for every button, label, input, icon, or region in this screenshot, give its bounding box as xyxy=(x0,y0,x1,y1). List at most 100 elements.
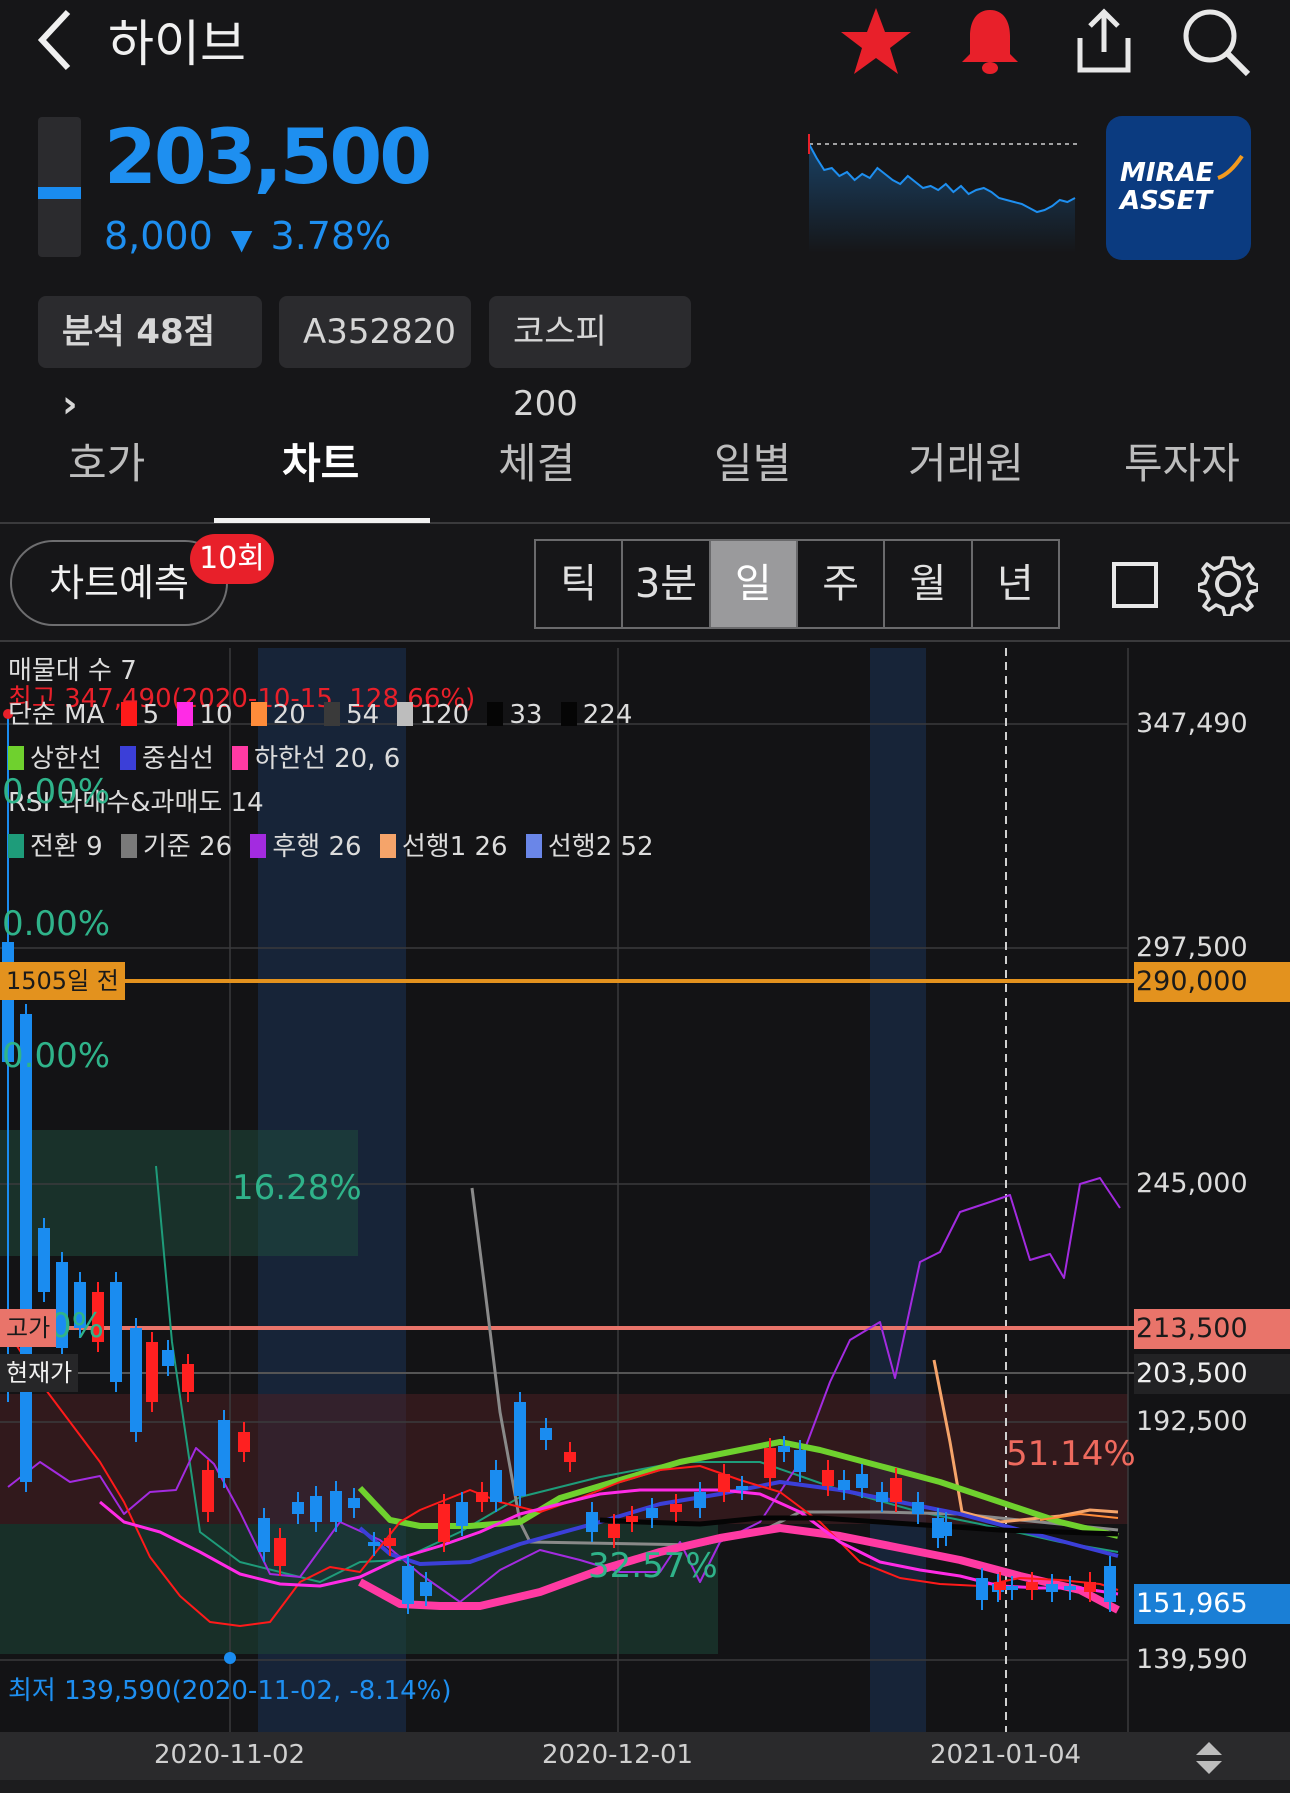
price-change: 8,000 ▼ 3.78% xyxy=(104,214,391,258)
axis-scroll-icon[interactable] xyxy=(1194,1740,1224,1776)
candle xyxy=(778,1446,790,1452)
ma54-swatch xyxy=(324,702,341,726)
logo-swoosh-icon xyxy=(1217,154,1244,180)
ma20-label: 20 xyxy=(272,700,306,730)
candle xyxy=(20,1014,32,1482)
square-icon[interactable] xyxy=(1112,562,1158,608)
candle xyxy=(274,1538,286,1566)
tab-daily[interactable]: 일별 xyxy=(714,430,791,491)
ma20-swatch xyxy=(250,702,267,726)
star-icon[interactable] xyxy=(838,4,914,80)
ma224-swatch xyxy=(560,702,577,726)
candle xyxy=(490,1470,502,1502)
share-icon[interactable] xyxy=(1066,4,1142,80)
ma10-swatch xyxy=(177,702,194,726)
gear-icon[interactable] xyxy=(1198,552,1258,616)
candle xyxy=(292,1502,304,1514)
current-tag: 현재가 xyxy=(0,1354,79,1392)
candle xyxy=(976,1578,988,1600)
volume-profile-pct: 0% xyxy=(50,1306,104,1346)
detail-tabs: 호가 차트 체결 일별 거래원 투자자 xyxy=(0,420,1290,524)
candle xyxy=(420,1582,432,1596)
current-price-tag: 203,500 xyxy=(1134,1354,1290,1394)
candle xyxy=(994,1582,1006,1590)
ichimoku-lagging-swatch xyxy=(250,834,267,858)
candle xyxy=(238,1432,250,1452)
y-tick-label: 297,500 xyxy=(1136,932,1248,963)
analysis-score-label: 분석 48점 xyxy=(62,312,215,352)
volume-profile-pct: 0.00% xyxy=(2,904,111,944)
candle xyxy=(940,1522,952,1536)
candle xyxy=(822,1470,834,1486)
ichimoku-conversion-label: 전환 9 xyxy=(30,832,103,862)
bollinger-lower-swatch xyxy=(232,746,249,770)
y-tick-label: 245,000 xyxy=(1136,1168,1248,1199)
period-week-button[interactable]: 주 xyxy=(798,541,886,627)
period-3min-button[interactable]: 3분 xyxy=(623,541,711,627)
candle xyxy=(694,1492,706,1508)
tab-chart[interactable]: 차트 xyxy=(282,430,359,491)
bell-icon[interactable] xyxy=(952,4,1028,80)
legend-ichimoku: 전환 9 기준 26 후행 26 선행1 26 선행2 52 xyxy=(8,826,654,863)
candle xyxy=(608,1524,620,1538)
volume-profile-pct: 16.28% xyxy=(232,1168,362,1208)
period-tick-button[interactable]: 틱 xyxy=(536,541,624,627)
ma-title: 단순 MA xyxy=(8,700,105,730)
candle xyxy=(368,1542,380,1546)
search-icon[interactable] xyxy=(1178,4,1254,80)
intraday-sparkline[interactable] xyxy=(805,128,1085,253)
period-year-button[interactable]: 년 xyxy=(973,541,1058,627)
bollinger-upper-label: 상한선 xyxy=(30,744,102,774)
ma33-label: 33 xyxy=(509,700,543,730)
tab-orderbook[interactable]: 호가 xyxy=(68,430,145,491)
tab-investors[interactable]: 투자자 xyxy=(1124,430,1240,491)
candle xyxy=(876,1492,888,1502)
low-marker-dot xyxy=(224,1652,236,1664)
top-bar: 하이브 xyxy=(0,0,1290,90)
volume-profile-pct: 32.57% xyxy=(588,1546,718,1586)
candle xyxy=(718,1474,730,1492)
last-price-tag: 151,965 xyxy=(1134,1584,1290,1624)
candle xyxy=(514,1402,526,1496)
period-day-button[interactable]: 일 xyxy=(710,541,798,627)
candle xyxy=(670,1504,682,1512)
candle xyxy=(162,1350,174,1366)
price-chart[interactable]: 매물대 수 7 최고 347,490(2020-10-15, 128.66%) … xyxy=(0,640,1290,1793)
active-tab-indicator xyxy=(214,518,430,523)
candle xyxy=(912,1502,924,1514)
candle xyxy=(218,1420,230,1478)
tab-brokers[interactable]: 거래원 xyxy=(908,430,1024,491)
ichimoku-leading1-label: 선행1 26 xyxy=(401,832,508,862)
tab-trades[interactable]: 체결 xyxy=(498,430,575,491)
predict-count-badge: 10회 xyxy=(190,534,274,584)
candle xyxy=(586,1512,598,1532)
candle xyxy=(564,1452,576,1462)
analysis-score-chip[interactable]: 분석 48점 › xyxy=(38,296,262,426)
candle xyxy=(1084,1582,1096,1592)
candle xyxy=(1104,1566,1116,1602)
high-tag: 고가 xyxy=(0,1309,57,1347)
candle xyxy=(130,1328,142,1432)
bollinger-mid-label: 중심선 xyxy=(142,744,214,774)
ma54-label: 54 xyxy=(346,700,380,730)
volume-profile-pct: 51.14% xyxy=(1006,1434,1136,1474)
mirae-asset-logo: MIRAE ASSET xyxy=(1106,116,1251,260)
ma224-label: 224 xyxy=(582,700,633,730)
index-chip[interactable]: 코스피200 xyxy=(489,296,691,424)
candle xyxy=(764,1448,776,1478)
candle xyxy=(438,1504,450,1542)
stock-code-chip[interactable]: A352820 xyxy=(279,296,471,368)
candle xyxy=(476,1492,488,1502)
candle xyxy=(384,1538,396,1546)
candle xyxy=(146,1342,158,1402)
period-month-button[interactable]: 월 xyxy=(885,541,973,627)
candle xyxy=(202,1470,214,1512)
legend-ma: 단순 MA 5 10 20 54 120 33 224 xyxy=(8,694,632,731)
chevron-left-icon[interactable] xyxy=(34,6,78,74)
ichimoku-lagging-label: 후행 26 xyxy=(272,832,362,862)
candle xyxy=(182,1364,194,1392)
y-tick-label: 192,500 xyxy=(1136,1406,1248,1437)
ichimoku-conversion-swatch xyxy=(8,834,24,858)
volume-profile-pct: 0.00% xyxy=(2,772,111,812)
candle xyxy=(330,1491,342,1522)
